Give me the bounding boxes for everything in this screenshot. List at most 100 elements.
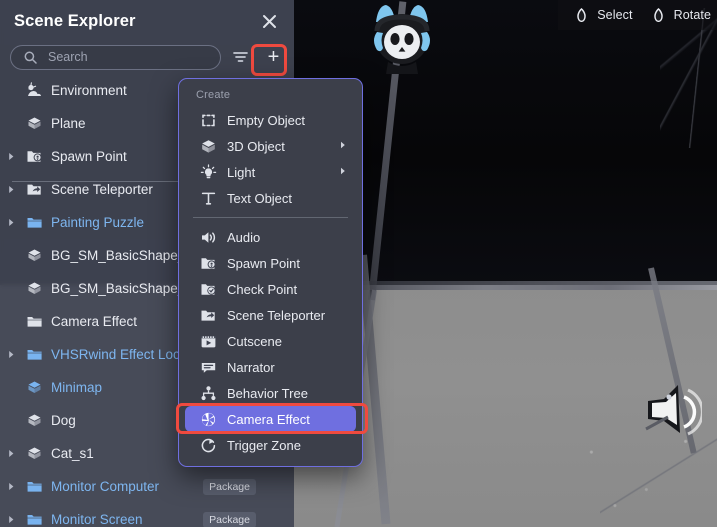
tree-row-label: VHSRwind Effect Loc xyxy=(51,347,180,362)
tree-row[interactable]: Monitor Computer Package xyxy=(0,470,294,503)
mesh-icon xyxy=(25,378,44,397)
folder-icon xyxy=(25,312,44,331)
tree-row-label: BG_SM_BasicShape_ xyxy=(51,248,185,263)
teleporter-icon xyxy=(25,180,44,199)
chevron-right-icon xyxy=(340,141,346,151)
close-icon[interactable] xyxy=(258,10,280,32)
spawn-point-icon xyxy=(200,255,217,272)
menu-item-label: Check Point xyxy=(227,282,297,297)
menu-item-label: Empty Object xyxy=(227,113,305,128)
search-row: + xyxy=(0,42,294,72)
narrator-icon xyxy=(200,359,217,376)
menu-item-label: Scene Teleporter xyxy=(227,308,325,323)
light-bulb-icon xyxy=(200,164,217,181)
tree-row-label: Dog xyxy=(51,413,76,428)
menu-item-label: Text Object xyxy=(227,191,292,206)
tree-row-label: Minimap xyxy=(51,380,102,395)
menu-item-behavior-tree[interactable]: Behavior Tree xyxy=(185,380,356,406)
menu-item-narrator[interactable]: Narrator xyxy=(185,354,356,380)
panel-header: Scene Explorer xyxy=(0,0,294,42)
menu-item-label: Behavior Tree xyxy=(227,386,308,401)
tree-row-label: Plane xyxy=(51,116,86,131)
mesh-icon xyxy=(25,246,44,265)
teleporter-icon xyxy=(200,307,217,324)
folder-icon xyxy=(25,510,44,527)
panda-character-avatar[interactable] xyxy=(364,2,440,74)
text-object-icon xyxy=(200,190,217,207)
tree-row-label: Spawn Point xyxy=(51,149,127,164)
filter-icon[interactable] xyxy=(230,47,250,67)
tree-row-label: Camera Effect xyxy=(51,314,137,329)
menu-item-label: Narrator xyxy=(227,360,275,375)
behavior-tree-icon xyxy=(200,385,217,402)
environment-icon xyxy=(25,81,44,100)
tool-select-label: Select xyxy=(597,8,632,22)
package-badge: Package xyxy=(203,479,256,495)
menu-item-audio[interactable]: Audio xyxy=(185,224,356,250)
app-root: Select Rotate Scene Explorer xyxy=(0,0,717,527)
chevron-right-icon[interactable] xyxy=(4,150,18,164)
menu-item-label: Light xyxy=(227,165,255,180)
cutscene-icon xyxy=(200,333,217,350)
audio-speaker-gizmo[interactable] xyxy=(644,381,702,443)
tree-row-label: Monitor Computer xyxy=(51,479,159,494)
spawn-point-icon xyxy=(25,147,44,166)
menu-item-scene-teleporter[interactable]: Scene Teleporter xyxy=(185,302,356,328)
audio-icon xyxy=(200,229,217,246)
create-menu-caption: Create xyxy=(179,86,362,107)
mesh-icon xyxy=(25,114,44,133)
tool-rotate[interactable]: Rotate xyxy=(649,6,711,25)
cursor-select-icon xyxy=(572,6,591,25)
tree-row[interactable]: Monitor ScreenPackage xyxy=(0,503,294,527)
menu-item-camera-effect[interactable]: Camera Effect xyxy=(185,406,356,432)
tool-rotate-label: Rotate xyxy=(674,8,711,22)
menu-item-label: Trigger Zone xyxy=(227,438,301,453)
mesh-icon xyxy=(25,279,44,298)
menu-item-label: Camera Effect xyxy=(227,412,310,427)
empty-object-icon xyxy=(200,112,217,129)
viewport-toolbar: Select Rotate xyxy=(558,0,717,30)
search-input[interactable] xyxy=(48,50,210,64)
viewport-beam xyxy=(360,285,717,290)
menu-item-trigger-zone[interactable]: Trigger Zone xyxy=(185,432,356,458)
tree-row-label: Monitor Screen xyxy=(51,512,143,527)
folder-icon xyxy=(25,345,44,364)
menu-item-check-point[interactable]: Check Point xyxy=(185,276,356,302)
menu-item-empty-object[interactable]: Empty Object xyxy=(185,107,356,133)
search-box[interactable] xyxy=(10,45,221,70)
chevron-right-icon[interactable] xyxy=(4,513,18,527)
menu-item-cutscene[interactable]: Cutscene xyxy=(185,328,356,354)
chevron-right-icon[interactable] xyxy=(4,216,18,230)
menu-separator xyxy=(193,217,348,218)
menu-item-label: Spawn Point xyxy=(227,256,300,271)
mesh-icon xyxy=(25,444,44,463)
menu-item-text-object[interactable]: Text Object xyxy=(185,185,356,211)
menu-item-label: Audio xyxy=(227,230,260,245)
tree-row-label: Cat_s1 xyxy=(51,446,94,461)
menu-item-light[interactable]: Light xyxy=(185,159,356,185)
menu-item-label: Cutscene xyxy=(227,334,282,349)
create-context-menu: Create Empty Object 3D Object Light Text Ob… xyxy=(178,78,363,467)
camera-effect-icon xyxy=(200,411,217,428)
chevron-right-icon[interactable] xyxy=(4,480,18,494)
menu-item-spawn-point[interactable]: Spawn Point xyxy=(185,250,356,276)
search-icon xyxy=(21,48,40,67)
folder-icon xyxy=(25,213,44,232)
menu-item-label: 3D Object xyxy=(227,139,285,154)
tool-select[interactable]: Select xyxy=(572,6,632,25)
tree-row-label: Environment xyxy=(51,83,127,98)
cursor-rotate-icon xyxy=(649,6,668,25)
page-title: Scene Explorer xyxy=(14,12,136,31)
create-menu-groups: Empty Object 3D Object Light Text Object Aud… xyxy=(179,107,362,458)
trigger-zone-icon xyxy=(200,437,217,454)
mesh-icon xyxy=(25,411,44,430)
tree-row-label: Painting Puzzle xyxy=(51,215,144,230)
cube-3d-icon xyxy=(200,138,217,155)
plus-icon[interactable]: + xyxy=(261,45,286,70)
folder-icon xyxy=(25,477,44,496)
chevron-right-icon[interactable] xyxy=(4,183,18,197)
menu-item-3d-object[interactable]: 3D Object xyxy=(185,133,356,159)
chevron-right-icon[interactable] xyxy=(4,348,18,362)
chevron-right-icon[interactable] xyxy=(4,447,18,461)
tree-row-label: Scene Teleporter xyxy=(51,182,153,197)
